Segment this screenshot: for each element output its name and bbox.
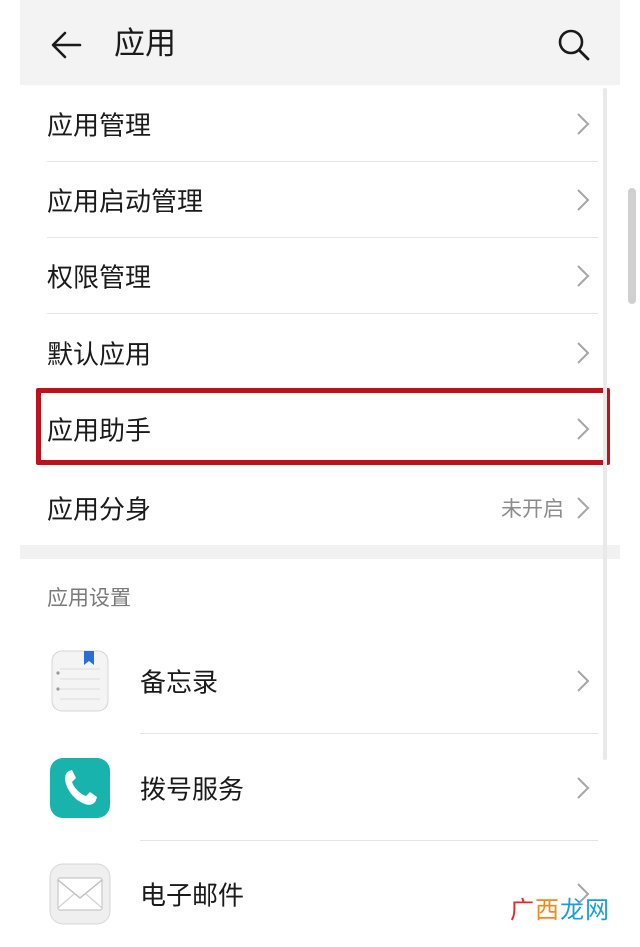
menu-item-label: 默认应用 (47, 340, 152, 371)
chevron-right-icon (577, 418, 590, 440)
phone-icon (50, 758, 110, 818)
watermark-part: 龙网 (560, 896, 610, 924)
app-bar: 应用 (20, 0, 620, 85)
mail-icon (49, 863, 111, 925)
search-button[interactable] (554, 24, 594, 64)
menu-item-label: 应用启动管理 (47, 187, 204, 218)
page-title: 应用 (114, 26, 176, 62)
chevron-right-icon (577, 113, 590, 135)
watermark-part: 广 (510, 896, 535, 924)
menu-item-label: 应用管理 (47, 111, 152, 142)
scrollbar-track[interactable] (603, 88, 607, 760)
watermark-part: 西 (535, 896, 560, 924)
chevron-right-icon (577, 265, 590, 287)
app-item-dialer[interactable]: 拨号服务 (20, 735, 620, 841)
divider (47, 313, 598, 314)
search-icon (558, 29, 590, 61)
app-item-memo[interactable]: 备忘录 (20, 628, 620, 734)
chevron-right-icon (577, 342, 590, 364)
menu-item-label: 应用助手 (47, 416, 152, 447)
menu-item-app-twin[interactable]: 应用分身 未开启 (20, 470, 620, 546)
menu-item-app-management[interactable]: 应用管理 (20, 86, 620, 162)
menu-item-default-apps[interactable]: 默认应用 (20, 315, 620, 391)
chevron-right-icon (577, 670, 590, 692)
app-item-label: 电子邮件 (140, 881, 245, 912)
menu-item-app-assistant[interactable]: 应用助手 (20, 391, 620, 467)
scrollbar-thumb[interactable] (628, 188, 636, 304)
menu-item-permission-management[interactable]: 权限管理 (20, 238, 620, 314)
watermark: 广西龙网 (510, 890, 610, 925)
settings-screen: 应用 应用管理 应用启动管理 权限管理 默认应用 应用助手 应用分身 未开启 应… (20, 0, 620, 936)
chevron-right-icon (577, 497, 590, 519)
menu-item-label: 应用分身 (47, 495, 152, 526)
status-value: 未开启 (501, 497, 564, 521)
notepad-icon (51, 650, 109, 712)
menu-item-label: 权限管理 (47, 263, 152, 294)
divider (140, 733, 598, 734)
chevron-right-icon (577, 777, 590, 799)
arrow-left-icon (51, 31, 82, 59)
menu-item-app-launch-management[interactable]: 应用启动管理 (20, 162, 620, 238)
app-item-label: 拨号服务 (140, 775, 245, 806)
section-header: 应用设置 (47, 586, 131, 610)
section-separator (20, 545, 620, 559)
back-button[interactable] (46, 22, 86, 68)
chevron-right-icon (577, 189, 590, 211)
app-item-label: 备忘录 (140, 668, 219, 699)
